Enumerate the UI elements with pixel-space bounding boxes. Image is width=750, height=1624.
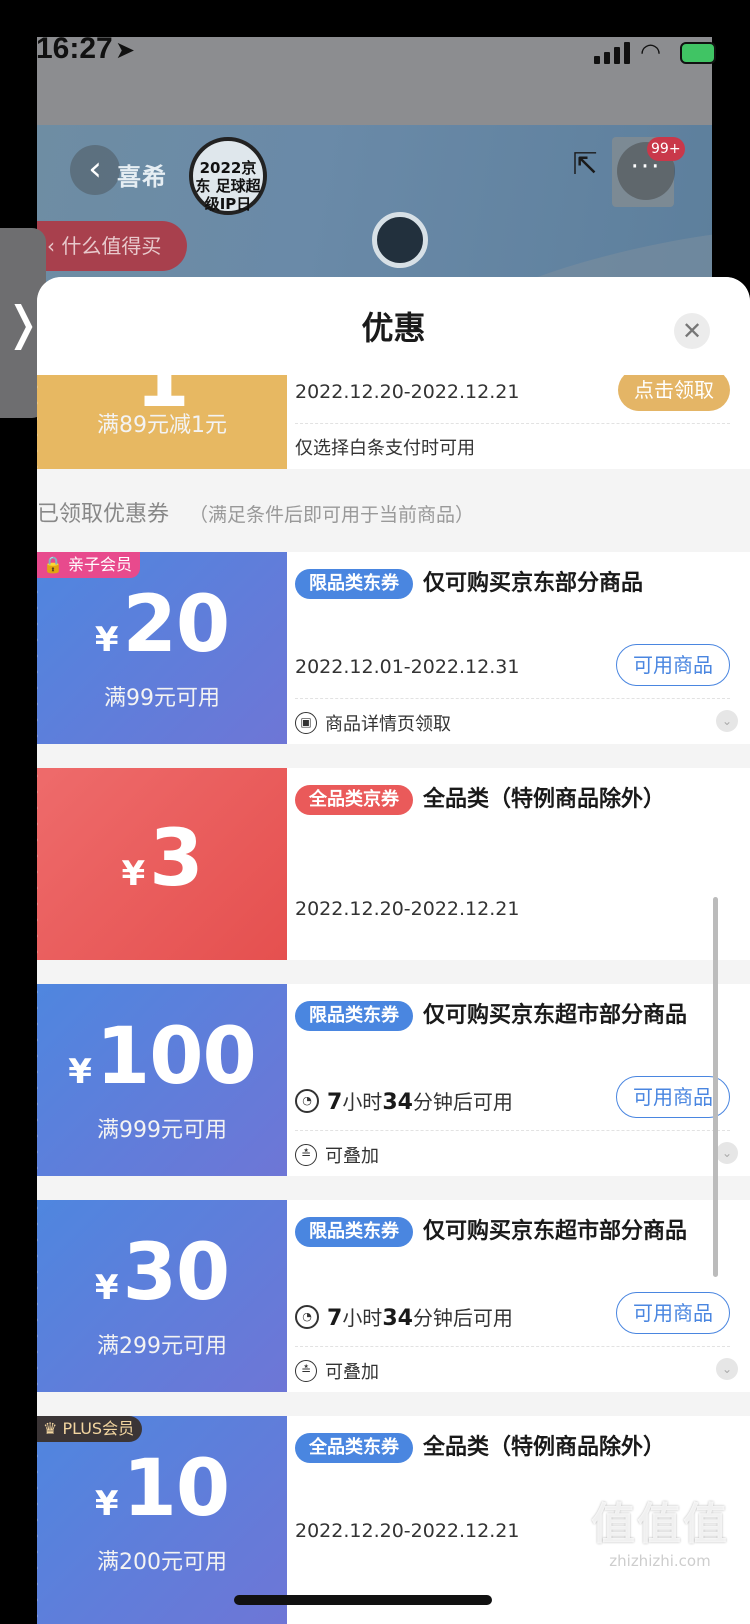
coupon-date: 2022.12.20-2022.12.21 xyxy=(295,898,520,920)
coupon-card-top: 1 满89元减1元 2022.12.20-2022.12.21 点击领取 仅选择… xyxy=(37,363,750,469)
coupon-timer: ◔ 7小时34分钟后可用 xyxy=(295,1302,513,1331)
what-to-buy-link[interactable]: ‹ 什么值得买 xyxy=(37,221,187,271)
status-bar: 16:27 ➤ ◠ xyxy=(0,0,750,100)
cellular-signal-icon xyxy=(594,42,630,64)
football-image xyxy=(372,212,428,268)
coupon-note: 仅选择白条支付时可用 xyxy=(295,438,475,459)
coupon-divider xyxy=(295,698,730,699)
clock-icon: ◔ xyxy=(295,1304,319,1329)
sheet-header: 优惠 ✕ xyxy=(37,277,750,375)
coupon-info: 限品类东券 仅可购买京东部分商品 2022.12.01-2022.12.31 可用… xyxy=(295,552,738,735)
coupon-info: 限品类东券 仅可购买京东超市部分商品 ◔ 7小时34分钟后可用 可用商品 ≛ 可叠加 … xyxy=(295,984,738,1167)
coupon-card[interactable]: ¥100 满999元可用 限品类东券 仅可购买京东超市部分商品 ◔ 7小时34分钟后… xyxy=(37,984,750,1176)
coupon-timer: ◔ 7小时34分钟后可用 xyxy=(295,1086,513,1115)
coupon-card[interactable]: ¥3 全品类京券 全品类（特例商品除外） 2022.12.20-2022.12.2… xyxy=(37,768,750,960)
location-icon: ➤ xyxy=(115,36,136,64)
coupon-title: 全品类东券 全品类（特例商品除外） xyxy=(295,1426,730,1470)
watermark-url: zhizhizhi.com xyxy=(609,1552,711,1570)
coupon-amount: ¥20 xyxy=(94,580,230,670)
home-indicator[interactable] xyxy=(234,1595,492,1605)
wifi-icon: ◠ xyxy=(640,38,661,66)
coupon-type-tag: 限品类东券 xyxy=(295,569,413,599)
coupon-divider xyxy=(295,423,730,424)
coupon-info: 全品类京券 全品类（特例商品除外） 2022.12.20-2022.12.21 xyxy=(295,768,730,920)
coupon-source: ▣ 商品详情页领取 xyxy=(295,710,451,736)
coupon-value-panel: ¥10 满200元可用 xyxy=(37,1416,287,1624)
stack-icon: ≛ xyxy=(295,1360,317,1382)
coupon-info: 限品类东券 仅可购买京东超市部分商品 ◔ 7小时34分钟后可用 可用商品 ≛ 可叠加 … xyxy=(295,1200,738,1383)
usable-products-button[interactable]: 可用商品 xyxy=(616,644,730,686)
screen: ‹ 喜希 2022京东 足球超级IP日 ⇱ ··· 99+ ‹ 什么值得买 16… xyxy=(0,0,750,1624)
chevron-down-icon[interactable]: ⌄ xyxy=(716,710,738,732)
event-logo: 2022京东 足球超级IP日 xyxy=(189,137,267,215)
close-icon[interactable]: ✕ xyxy=(674,313,710,349)
coupon-amount: ¥100 xyxy=(68,1012,256,1102)
coupon-divider xyxy=(295,1346,730,1347)
battery-icon xyxy=(680,42,716,64)
coupon-amount: ¥30 xyxy=(94,1228,230,1318)
coupon-value-panel: ¥100 满999元可用 xyxy=(37,984,287,1176)
cart-count-badge: 99+ xyxy=(647,137,685,161)
coupon-condition: 满200元可用 xyxy=(97,1550,227,1575)
coupon-date: 2022.12.20-2022.12.21 xyxy=(295,1520,520,1542)
coupon-amount: ¥10 xyxy=(94,1444,230,1534)
coupon-type-tag: 全品类东券 xyxy=(295,1433,413,1463)
coupon-sheet: 1 满89元减1元 2022.12.20-2022.12.21 点击领取 仅选择… xyxy=(37,277,750,1624)
section-subtitle: （满足条件后即可用于当前商品） xyxy=(189,504,475,526)
share-icon[interactable]: ⇱ xyxy=(565,145,605,185)
coupon-condition: 满999元可用 xyxy=(97,1118,227,1143)
coupon-condition: 满99元可用 xyxy=(104,686,220,711)
coupon-title: 限品类东券 仅可购买京东超市部分商品 xyxy=(295,1210,730,1254)
scrollbar[interactable] xyxy=(713,897,718,1277)
coupon-type-tag: 限品类东券 xyxy=(295,1001,413,1031)
ticket-icon: ▣ xyxy=(295,712,317,734)
coupon-divider xyxy=(295,1130,730,1131)
site-watermark: 值值值 zhizhizhi.com xyxy=(580,1488,740,1570)
coupon-condition: 满299元可用 xyxy=(97,1334,227,1359)
coupon-condition: 满89元减1元 xyxy=(97,413,227,438)
watermark-text: 值值值 xyxy=(591,1499,729,1550)
status-time: 16:27 xyxy=(36,32,113,65)
member-badge: 🔒 亲子会员 xyxy=(37,552,141,578)
plus-member-badge: ♛ PLUS会员 xyxy=(37,1416,143,1442)
coupon-title: 限品类东券 仅可购买京东超市部分商品 xyxy=(295,994,730,1038)
coupon-type-tag: 全品类京券 xyxy=(295,785,413,815)
background-banner xyxy=(37,125,712,297)
coupon-info: 全品类东券 全品类（特例商品除外） 2022.12.20-2022.12.21 xyxy=(295,1416,730,1542)
coupon-title: 限品类东券 仅可购买京东部分商品 xyxy=(295,562,730,606)
stack-icon: ≛ xyxy=(295,1144,317,1166)
section-title: 已领取优惠券 xyxy=(37,502,170,527)
coupon-value-panel: ¥3 xyxy=(37,768,287,960)
coupon-card[interactable]: ¥30 满299元可用 限品类东券 仅可购买京东超市部分商品 ◔ 7小时34分钟后可… xyxy=(37,1200,750,1392)
usable-products-button[interactable]: 可用商品 xyxy=(616,1292,730,1334)
coupon-value-panel: ¥20 满99元可用 xyxy=(37,552,287,744)
coupon-value-panel: ¥30 满299元可用 xyxy=(37,1200,287,1392)
coupon-stackable: ≛ 可叠加 xyxy=(295,1358,379,1384)
coupon-date: 2022.12.01-2022.12.31 xyxy=(295,656,520,678)
coupon-stackable: ≛ 可叠加 xyxy=(295,1142,379,1168)
coupon-amount: ¥3 xyxy=(121,814,204,904)
back-icon[interactable]: ‹ xyxy=(70,145,120,195)
coupon-title: 全品类京券 全品类（特例商品除外） xyxy=(295,778,730,822)
chevron-down-icon[interactable]: ⌄ xyxy=(716,1142,738,1164)
what-to-buy-label: 什么值得买 xyxy=(61,234,162,258)
sheet-title: 优惠 xyxy=(361,309,426,347)
clock-icon: ◔ xyxy=(295,1088,319,1113)
coupon-date: 2022.12.20-2022.12.21 xyxy=(295,381,520,403)
coupon-value-panel: 1 满89元减1元 xyxy=(37,363,287,469)
brand-text: 喜希 xyxy=(117,163,167,191)
coupon-type-tag: 限品类东券 xyxy=(295,1217,413,1247)
claim-button[interactable]: 点击领取 xyxy=(618,369,730,411)
section-label: 已领取优惠券 （满足条件后即可用于当前商品） xyxy=(37,496,474,528)
chevron-down-icon[interactable]: ⌄ xyxy=(716,1358,738,1380)
coupon-card[interactable]: 🔒 亲子会员 ¥20 满99元可用 限品类东券 仅可购买京东部分商品 2022.1… xyxy=(37,552,750,744)
